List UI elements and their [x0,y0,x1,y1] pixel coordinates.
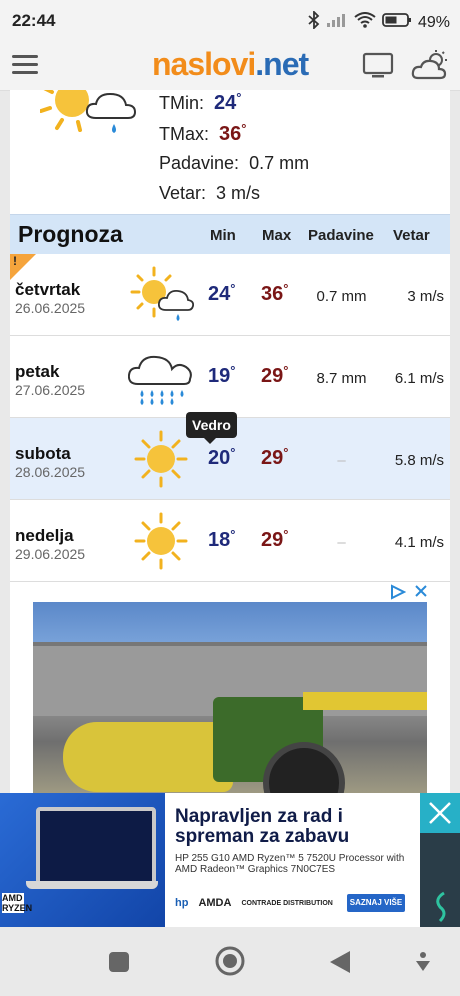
today-tmax-value: 36 [219,123,242,145]
forecast-row[interactable]: ! četvrtak 26.06.2025 24° 36° 0.7 mm 3 m… [10,254,450,336]
warning-icon: ! [13,254,17,268]
col-max: Max [262,227,292,244]
forecast-max: 29° [261,445,289,469]
forecast-max: 29° [261,527,289,551]
col-rain: Padavine [308,227,374,244]
forecast-wind: 5.8 m/s [394,452,444,469]
status-bar: 22:44 49% [0,0,460,42]
forecast-wind: 6.1 m/s [394,370,444,387]
app-bar: naslovi.net [0,42,460,91]
today-tmax: TMax: 36° [159,121,247,145]
forecast-day: subota [15,444,71,463]
ad-cta-button[interactable]: SAZNAJ VIŠE [347,894,405,912]
col-wind: Vetar [393,227,430,244]
rain-cloud-icon [127,348,194,406]
back-button[interactable] [328,949,352,980]
forecast-min: 20° [208,445,236,469]
sun-cloud-rain-icon [39,90,150,136]
today-tmin-value: 24 [214,92,237,114]
ad-headline[interactable]: Napravljen za rad i spreman za zabavu [175,807,415,847]
weather-icon[interactable] [410,48,450,82]
adchoices-icon[interactable] [390,584,407,604]
partner-logo: CONTRADE DISTRIBUTION [241,899,333,907]
today-rain: Padavine: 0.7 mm [159,153,310,173]
site-logo[interactable]: naslovi.net [152,46,309,86]
hp-logo: hp [175,897,189,909]
battery-icon [382,12,412,33]
close-icon[interactable] [420,793,460,833]
bluetooth-icon [308,9,320,34]
weather-content: TMin: 24° TMax: 36° Padavine: 0.7 mm Vet… [10,90,450,793]
today-tmin: TMin: 24° [159,90,242,114]
forecast-day: nedelja [15,526,74,545]
menu-icon[interactable] [12,55,38,75]
wifi-icon [354,12,376,33]
ad-banner-bottom[interactable]: AMD RYZEN Napravljen za rad i spreman za… [0,793,460,927]
forecast-date: 26.06.2025 [15,300,86,316]
forecast-day: petak [15,362,60,381]
status-time: 22:44 [12,11,56,30]
ad-close-icon[interactable] [414,584,428,604]
forecast-rain: 0.7 mm [316,288,367,305]
ad-fine-print: HP 255 G10 AMD Ryzen™ 5 7520U Processor … [175,853,405,875]
battery-percent: 49% [417,13,450,31]
home-button[interactable] [214,945,246,982]
forecast-max: 36° [261,281,289,305]
weather-tooltip: Vedro [186,412,237,444]
logo-text-naslovi: naslovi [152,46,256,82]
forecast-title: Prognoza [18,221,123,247]
ad-logos: hp AMDA CONTRADE DISTRIBUTION [175,897,333,909]
ad-banner-top[interactable] [28,582,432,793]
today-wind: Vetar: 3 m/s [159,183,261,203]
forecast-min: 19° [208,363,236,387]
recents-button[interactable] [108,951,130,978]
today-wind-value: 3 m/s [216,183,261,203]
today-rain-value: 0.7 mm [249,153,310,173]
system-nav-bar [0,927,460,996]
col-min: Min [210,227,236,244]
nav-extra-button[interactable] [414,951,432,978]
forecast-wind: 3 m/s [407,288,444,305]
forecast-min: 24° [208,281,236,305]
ad-controls [390,584,428,604]
forecast-rain: – [337,534,346,551]
sun-cloud-rain-icon [128,266,195,324]
laptop-image [36,807,156,887]
forecast-min: 18° [208,527,236,551]
sun-icon [128,512,194,570]
forecast-date: 28.06.2025 [15,464,86,480]
today-summary: TMin: 24° TMax: 36° Padavine: 0.7 mm Vet… [10,90,450,212]
amd-ryzen-logo: AMD RYZEN [2,893,33,913]
forecast-row[interactable]: petak 27.06.2025 19° 29° 8.7 mm 6.1 m/s [10,336,450,418]
forecast-day: četvrtak [15,280,81,299]
forecast-date: 27.06.2025 [15,382,86,398]
forecast-rain: – [337,452,346,469]
signal-icon [326,12,348,33]
sun-icon[interactable] [128,430,194,488]
forecast-rain: 8.7 mm [316,370,367,387]
forecast-row[interactable]: nedelja 29.06.2025 18° 29° – 4.1 m/s [10,500,450,582]
status-icons: 49% [308,9,450,34]
ad-side-panel[interactable] [420,833,460,927]
forecast-date: 29.06.2025 [15,546,86,562]
ad-laptop-panel[interactable]: AMD RYZEN [0,793,165,927]
forecast-wind: 4.1 m/s [394,534,444,551]
amd-logo: AMDA [198,897,232,909]
ad-photo[interactable] [33,602,427,793]
logo-text-net: .net [255,46,309,82]
forecast-header: Prognoza Min Max Padavine Vetar [10,214,450,255]
forecast-max: 29° [261,363,289,387]
tv-icon[interactable] [362,52,394,80]
